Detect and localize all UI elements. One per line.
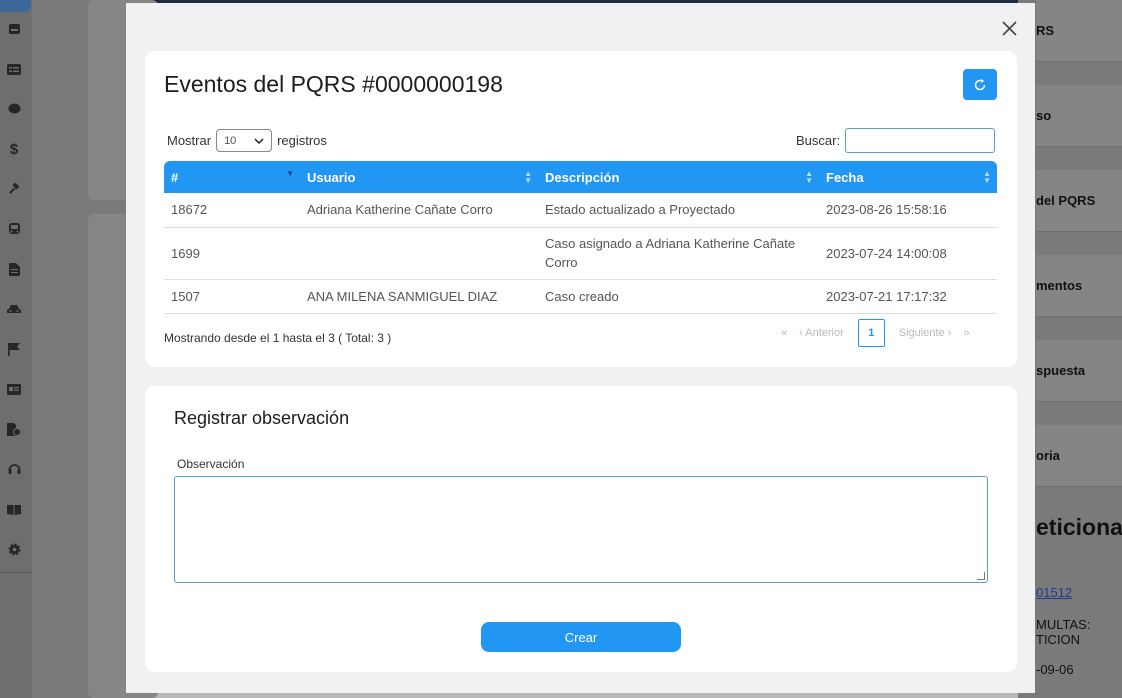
id-card-icon[interactable]	[6, 381, 22, 397]
column-header-fecha[interactable]: Fecha ▲ ▼	[819, 161, 997, 193]
cell-id: 1699	[164, 227, 300, 280]
observation-title: Registrar observación	[174, 408, 350, 428]
refresh-icon	[974, 78, 986, 90]
previous-page-button[interactable]: ‹ Anterior	[799, 327, 844, 339]
sort-desc-icon: ▼	[286, 169, 294, 178]
background-text: -09-06	[1036, 662, 1074, 677]
search-label: Buscar:	[796, 133, 841, 148]
background-text: MULTAS:	[1036, 617, 1091, 632]
column-header-id[interactable]: # ▼	[164, 161, 300, 193]
table-info: Mostrando desde el 1 hasta el 3 ( Total:…	[164, 331, 392, 345]
observation-label: Observación	[177, 457, 245, 471]
page-length-select[interactable]: 10	[216, 129, 273, 152]
cell-id: 1507	[164, 279, 300, 314]
cell-fecha: 2023-08-26 15:58:16	[819, 193, 997, 228]
close-icon	[1001, 20, 1017, 36]
observation-card: Registrar observación Observación Crear	[145, 386, 1017, 672]
sort-icon: ▲ ▼	[983, 169, 991, 185]
card-list-icon[interactable]	[6, 61, 22, 77]
background-panel: spuesta	[1036, 340, 1122, 402]
flag-icon[interactable]	[6, 341, 22, 357]
next-page-button[interactable]: Siguiente ›	[899, 327, 952, 339]
gear-icon[interactable]	[6, 541, 22, 557]
last-page-icon[interactable]: »	[963, 327, 969, 339]
page-length-control: Mostrar 10 registros	[167, 129, 327, 152]
dollar-icon[interactable]: $	[6, 141, 22, 158]
table-row[interactable]: 1507 ANA MILENA SANMIGUEL DIAZ Caso crea…	[164, 279, 997, 314]
length-prefix: Mostrar	[167, 133, 212, 148]
events-table: # ▼ Usuario ▲ ▼ Descripción ▲ ▼ Fecha ▲ ▼ 18672…	[164, 161, 997, 314]
cell-usuario: ANA MILENA SANMIGUEL DIAZ	[300, 279, 538, 314]
cell-descripcion: Estado actualizado a Proyectado	[538, 193, 819, 228]
book-icon[interactable]	[6, 501, 22, 517]
document-icon[interactable]	[6, 261, 22, 277]
events-modal: Eventos del PQRS #0000000198 Mostrar 10 …	[126, 3, 1035, 693]
cell-id: 18672	[164, 193, 300, 228]
table-row[interactable]: 1699 Caso asignado a Adriana Katherine C…	[164, 227, 997, 280]
sort-icon: ▲ ▼	[524, 169, 532, 185]
cell-descripcion: Caso asignado a Adriana Katherine Cañate…	[538, 227, 819, 280]
sidebar-divider	[0, 572, 32, 573]
app-sidebar: $	[0, 0, 32, 698]
observation-textarea[interactable]	[174, 476, 988, 583]
events-card: Eventos del PQRS #0000000198 Mostrar 10 …	[145, 51, 1017, 367]
chevron-down-icon	[254, 137, 264, 144]
resize-grip-icon[interactable]	[977, 572, 985, 580]
background-link: 01512	[1036, 585, 1073, 600]
chat-icon[interactable]	[6, 101, 22, 117]
close-button[interactable]	[998, 17, 1020, 39]
table-header-row: # ▼ Usuario ▲ ▼ Descripción ▲ ▼ Fecha ▲ ▼	[164, 161, 997, 193]
headset-icon[interactable]	[6, 461, 22, 477]
search-control: Buscar:	[796, 128, 996, 153]
car-icon[interactable]	[6, 301, 22, 317]
page-length-value: 10	[224, 134, 237, 147]
length-suffix: registros	[277, 133, 327, 148]
create-button[interactable]: Crear	[481, 622, 681, 652]
cell-fecha: 2023-07-21 17:17:32	[819, 279, 997, 314]
cell-fecha: 2023-07-24 14:00:08	[819, 227, 997, 280]
pagination: « ‹ Anterior 1 Siguiente › »	[775, 319, 976, 347]
inbox-icon[interactable]	[6, 21, 22, 37]
file-info-icon[interactable]	[6, 421, 22, 437]
background-panel: mentos	[1036, 255, 1122, 317]
table-row[interactable]: 18672 Adriana Katherine Cañate Corro Est…	[164, 193, 997, 228]
background-panel: del PQRS	[1036, 170, 1122, 232]
background-panel: oria	[1036, 425, 1122, 487]
background-text: TICION	[1036, 632, 1081, 647]
page-button-current[interactable]: 1	[857, 319, 885, 347]
refresh-button[interactable]	[963, 69, 997, 100]
first-page-icon[interactable]: «	[781, 327, 787, 339]
cell-usuario	[300, 227, 538, 280]
search-input[interactable]	[845, 128, 996, 153]
bus-icon[interactable]	[6, 221, 22, 237]
cell-descripcion: Caso creado	[538, 279, 819, 314]
page-title: Eventos del PQRS #0000000198	[164, 71, 503, 97]
background-panel: RS	[1036, 0, 1122, 62]
sort-icon: ▲ ▼	[805, 169, 813, 185]
column-header-usuario[interactable]: Usuario ▲ ▼	[300, 161, 538, 193]
background-panel: so	[1036, 85, 1122, 147]
sidebar-active-pill[interactable]	[0, 0, 31, 12]
cell-usuario: Adriana Katherine Cañate Corro	[300, 193, 538, 228]
column-header-descripcion[interactable]: Descripción ▲ ▼	[538, 161, 819, 193]
background-heading: eticiona	[1036, 514, 1122, 540]
gavel-icon[interactable]	[6, 181, 22, 197]
background-content-left	[32, 0, 158, 698]
